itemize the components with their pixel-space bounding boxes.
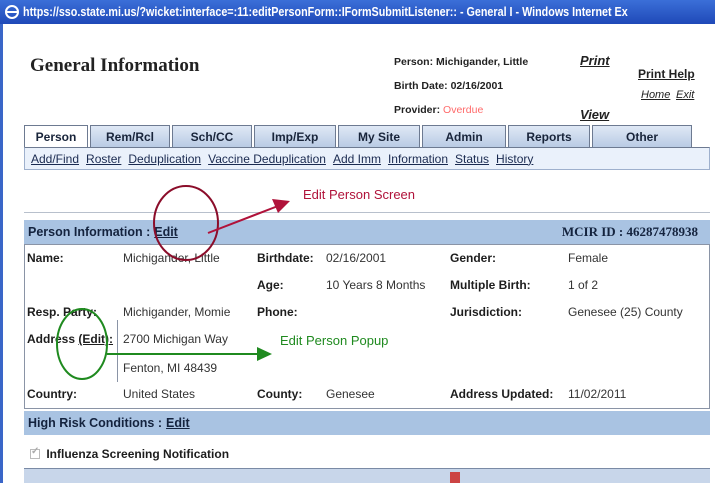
address-line2: Fenton, MI 48439 (123, 361, 218, 375)
annotation-edit-person-popup: Edit Person Popup (280, 333, 389, 348)
tab-reports[interactable]: Reports (508, 125, 590, 147)
address-label-group: Address (Edit): (27, 332, 113, 346)
grid-line (24, 408, 710, 409)
subnav-information[interactable]: Information (388, 152, 448, 166)
resp-party-value: Michigander, Momie (123, 305, 231, 319)
birthdate-value: 02/16/2001 (326, 251, 387, 265)
country-label: Country: (27, 387, 77, 401)
high-risk-item-label: Influenza Screening Notification (46, 447, 230, 461)
main-tabs: Person Rem/Rcl Sch/CC Imp/Exp My Site Ad… (24, 125, 710, 147)
tab-sch-cc[interactable]: Sch/CC (172, 125, 252, 147)
provider-label: Provider: (394, 104, 441, 116)
tab-person[interactable]: Person (24, 125, 88, 147)
grid-line (709, 244, 710, 408)
name-value: Michigander, Little (123, 251, 220, 265)
county-value: Genesee (326, 387, 375, 401)
subnav-deduplication[interactable]: Deduplication (128, 152, 201, 166)
provider-header: Provider: Overdue (394, 104, 483, 116)
bottom-table-header (24, 468, 710, 483)
county-label: County: (257, 387, 303, 401)
influenza-checkbox[interactable] (30, 446, 40, 459)
window-title: https://sso.state.mi.us/?wicket:interfac… (23, 5, 628, 19)
window-titlebar: https://sso.state.mi.us/?wicket:interfac… (0, 0, 715, 24)
home-link[interactable]: Home (641, 89, 670, 101)
mcir-id: MCIR ID : 46287478938 (561, 224, 698, 239)
view-link[interactable]: View (580, 107, 609, 122)
tab-my-site[interactable]: My Site (338, 125, 420, 147)
exit-link[interactable]: Exit (676, 89, 694, 101)
jurisdiction-value: Genesee (25) County (568, 305, 683, 319)
tab-other[interactable]: Other (592, 125, 692, 147)
internet-explorer-icon (5, 5, 19, 19)
print-help-link[interactable]: Print Help (638, 67, 695, 81)
print-link[interactable]: Print (580, 53, 610, 68)
subnav-vaccine-deduplication[interactable]: Vaccine Deduplication (208, 152, 326, 166)
high-risk-header: High Risk Conditions : Edit (24, 411, 710, 435)
name-label: Name: (27, 251, 64, 265)
subnav-roster[interactable]: Roster (86, 152, 121, 166)
address-edit-link[interactable]: (Edit): (78, 332, 113, 346)
subnav-status[interactable]: Status (455, 152, 489, 166)
birthdate-label: Birthdate: (257, 251, 314, 265)
jurisdiction-label: Jurisdiction: (450, 305, 523, 319)
grid-line (24, 244, 710, 245)
birth-date-header: Birth Date: 02/16/2001 (394, 80, 504, 92)
gender-value: Female (568, 251, 609, 265)
subnav-history[interactable]: History (496, 152, 533, 166)
multiple-birth-label: Multiple Birth: (450, 278, 531, 292)
subnav-add-find[interactable]: Add/Find (31, 152, 79, 166)
high-risk-item: Influenza Screening Notification (30, 446, 230, 461)
high-risk-edit-link[interactable]: Edit (166, 416, 190, 430)
tab-admin[interactable]: Admin (422, 125, 506, 147)
person-info-title: Person Information : (28, 225, 151, 239)
high-risk-title: High Risk Conditions : (28, 416, 163, 430)
age-value: 10 Years 8 Months (326, 278, 426, 292)
address-updated-value: 11/02/2011 (568, 387, 627, 401)
provider-status-badge: Overdue (443, 104, 484, 116)
gender-label: Gender: (450, 251, 497, 265)
person-name-header: Person: Michigander, Little (394, 56, 529, 68)
divider (24, 212, 710, 213)
subnav-add-imm[interactable]: Add Imm (333, 152, 381, 166)
age-label: Age: (257, 278, 284, 292)
tab-imp-exp[interactable]: Imp/Exp (254, 125, 336, 147)
page-title: General Information (30, 55, 200, 76)
phone-label: Phone: (257, 305, 298, 319)
grid-line (117, 320, 118, 382)
address-line1: 2700 Michigan Way (123, 332, 228, 346)
country-value: United States (123, 387, 196, 401)
multiple-birth-value: 1 of 2 (568, 278, 599, 292)
grid-line (24, 244, 25, 408)
person-info-edit-link[interactable]: Edit (154, 225, 178, 239)
bottom-marker (450, 472, 460, 483)
tab-rem-rcl[interactable]: Rem/Rcl (90, 125, 170, 147)
resp-party-label: Resp. Party: (27, 305, 98, 319)
address-updated-label: Address Updated: (450, 387, 554, 401)
person-info-header: Person Information : Edit MCIR ID : 4628… (24, 220, 710, 244)
address-label: Address (27, 332, 76, 346)
annotation-edit-person-screen: Edit Person Screen (303, 187, 416, 202)
sub-navigation: Add/Find Roster Deduplication Vaccine De… (24, 147, 710, 170)
